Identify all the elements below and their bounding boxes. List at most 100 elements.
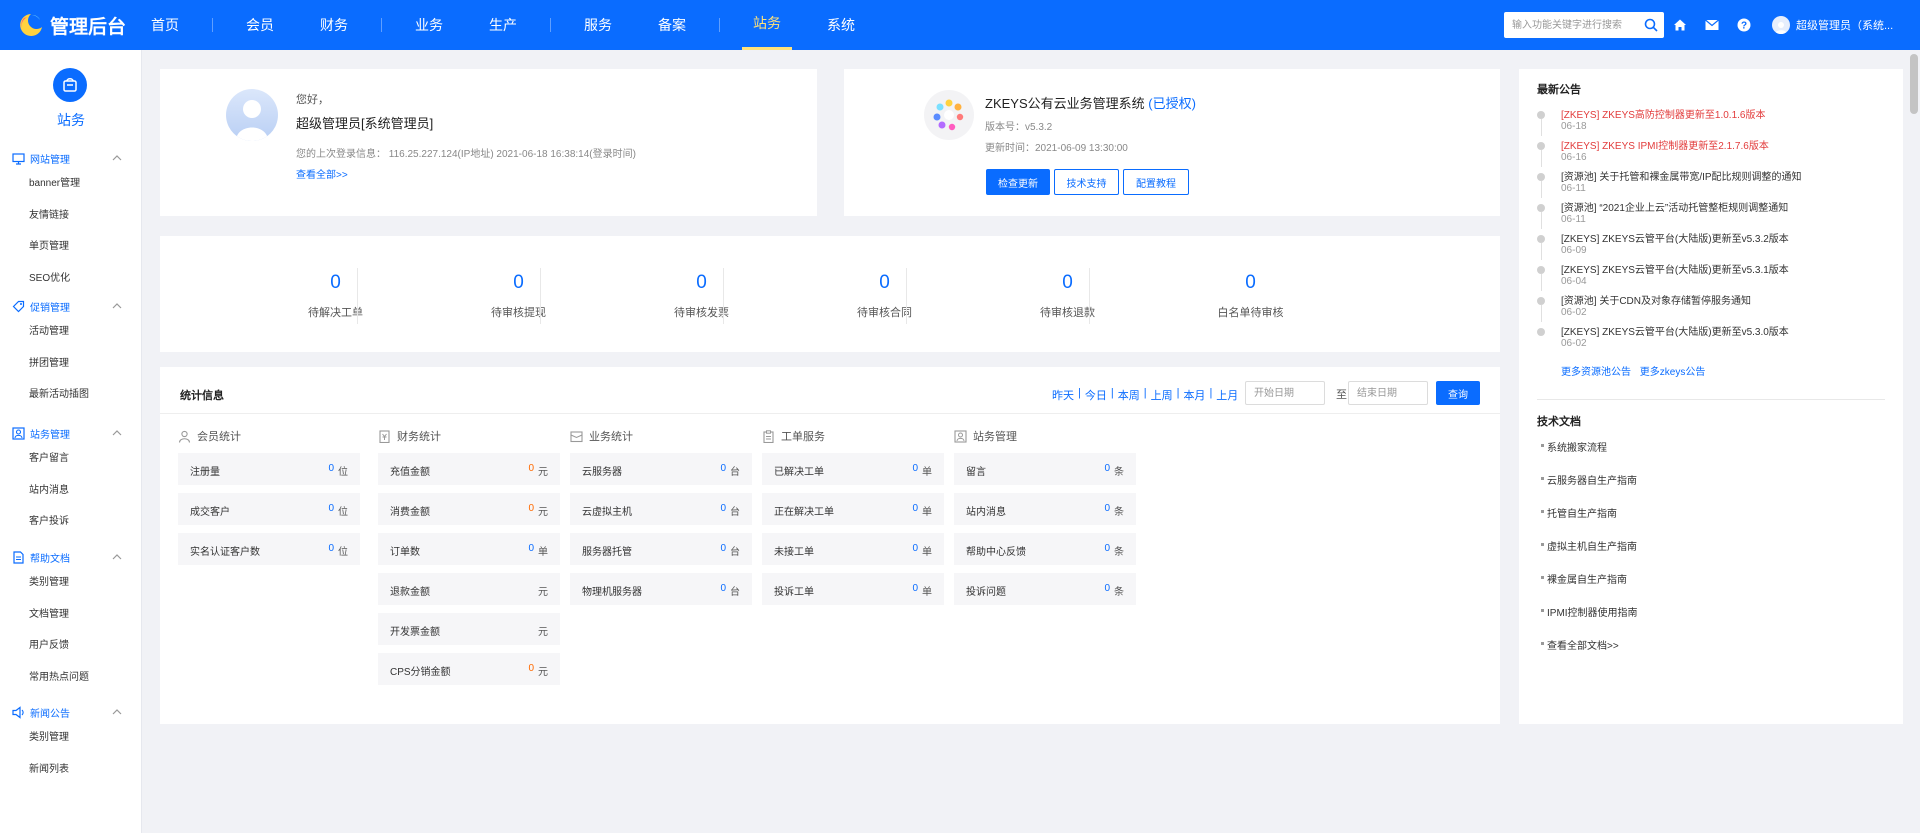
filter-yesterday[interactable]: 昨天 (1052, 387, 1074, 403)
notice-item[interactable]: [ZKEYS] ZKEYS云管平台(大陆版)更新至v5.3.1版本 06-04 (1537, 261, 1857, 291)
nav-record[interactable]: 备案 (647, 0, 697, 50)
nav-member[interactable]: 会员 (235, 0, 285, 50)
help-icon[interactable]: ? (1734, 15, 1754, 35)
search-icon[interactable] (1644, 18, 1658, 32)
nav-finance[interactable]: 财务 (309, 0, 359, 50)
config-tutorial-button[interactable]: 配置教程 (1123, 169, 1189, 195)
nav-system[interactable]: 系统 (816, 0, 866, 50)
stat-pending-contracts[interactable]: 0 待审核合同 (793, 236, 976, 352)
view-all-docs-link[interactable]: 查看全部文档>> (1541, 637, 1619, 652)
filter-today[interactable]: 今日 (1085, 387, 1107, 403)
logo[interactable]: 管理后台 (18, 10, 126, 40)
filter-this-week[interactable]: 本周 (1118, 387, 1140, 403)
stat-row[interactable]: 站内消息 0 条 (954, 493, 1136, 525)
check-update-button[interactable]: 检查更新 (986, 169, 1050, 195)
sidebar-item-messages[interactable]: 客户留言 (0, 443, 142, 475)
stat-row[interactable]: 投诉问题 0 条 (954, 573, 1136, 605)
nav-production[interactable]: 生产 (478, 0, 528, 50)
stat-row[interactable]: 未接工单 0 单 (762, 533, 944, 565)
mail-icon[interactable] (1702, 15, 1722, 35)
stat-row[interactable]: 服务器托管 0 台 (570, 533, 752, 565)
view-all-link[interactable]: 查看全部>> (296, 166, 348, 181)
sidebar-item-banner[interactable]: banner管理 (0, 168, 142, 200)
sidebar-item-feedback[interactable]: 用户反馈 (0, 630, 142, 662)
doc-link[interactable]: 云服务器自生产指南 (1541, 472, 1637, 487)
nav-home[interactable]: 首页 (140, 0, 190, 50)
tech-support-button[interactable]: 技术支持 (1054, 169, 1119, 195)
stat-row[interactable]: 投诉工单 0 单 (762, 573, 944, 605)
sidebar-item-activity[interactable]: 活动管理 (0, 316, 142, 348)
notice-item[interactable]: [ZKEYS] ZKEYS高防控制器更新至1.0.1.6版本 06-18 (1537, 106, 1857, 136)
doc-link[interactable]: 托管自生产指南 (1541, 505, 1617, 520)
doc-link[interactable]: 系统搬家流程 (1541, 439, 1607, 454)
query-button[interactable]: 查询 (1436, 381, 1480, 405)
timeline-line (1540, 181, 1542, 198)
stat-row[interactable]: 消费金额 0 元 (378, 493, 560, 525)
more-zkeys-notices-link[interactable]: 更多zkeys公告 (1640, 367, 1706, 378)
doc-link[interactable]: 虚拟主机自生产指南 (1541, 538, 1637, 553)
doc-link[interactable]: IPMI控制器使用指南 (1541, 604, 1638, 619)
stat-divider (357, 268, 358, 324)
page-scrollbar[interactable] (1908, 50, 1920, 833)
notice-text: [资源池] 关于CDN及对象存储暂停服务通知 (1561, 296, 1751, 307)
doc-link[interactable]: 裸金属自生产指南 (1541, 571, 1627, 586)
filter-this-month[interactable]: 本月 (1183, 387, 1205, 403)
notice-item[interactable]: [ZKEYS] ZKEYS IPMI控制器更新至2.1.7.6版本 06-16 (1537, 137, 1857, 167)
stat-row[interactable]: 留言 0 条 (954, 453, 1136, 485)
stat-row[interactable]: 实名认证客户数 0 位 (178, 533, 360, 565)
stat-row[interactable]: 开发票金额 元 (378, 613, 560, 645)
group-title[interactable]: 新闻公告 (0, 702, 142, 722)
stat-row[interactable]: 充值金额 0 元 (378, 453, 560, 485)
sidebar-item-pages[interactable]: 单页管理 (0, 231, 142, 263)
stat-row[interactable]: 订单数 0 单 (378, 533, 560, 565)
notice-item[interactable]: [ZKEYS] ZKEYS云管平台(大陆版)更新至v5.3.2版本 06-09 (1537, 230, 1857, 260)
more-pool-notices-link[interactable]: 更多资源池公告 (1561, 367, 1631, 378)
stat-row[interactable]: 帮助中心反馈 0 条 (954, 533, 1136, 565)
home-icon[interactable] (1670, 15, 1690, 35)
sidebar-item-faq[interactable]: 常用热点问题 (0, 662, 142, 694)
filter-last-month[interactable]: 上月 (1216, 387, 1238, 403)
sidebar-item-links[interactable]: 友情链接 (0, 200, 142, 232)
user-menu[interactable]: 超级管理员（系统... (1772, 14, 1893, 36)
stat-pending-refunds[interactable]: 0 待审核退款 (976, 236, 1159, 352)
stat-row[interactable]: 退款金额 元 (378, 573, 560, 605)
stat-row[interactable]: 已解决工单 0 单 (762, 453, 944, 485)
group-title[interactable]: 促销管理 (0, 296, 142, 316)
notice-item[interactable]: [ZKEYS] ZKEYS云管平台(大陆版)更新至v5.3.0版本 06-02 (1537, 323, 1857, 353)
sidebar-item-group-buy[interactable]: 拼团管理 (0, 348, 142, 380)
stat-row[interactable]: 云服务器 0 台 (570, 453, 752, 485)
filter-last-week[interactable]: 上周 (1151, 387, 1173, 403)
start-date-input[interactable] (1245, 381, 1325, 405)
stat-pending-withdrawals[interactable]: 0 待审核提现 (427, 236, 610, 352)
notice-item[interactable]: [资源池] “2021企业上云”活动托管整柜规则调整通知 06-11 (1537, 199, 1857, 229)
stat-pending-whitelist[interactable]: 0 白名单待审核 (1159, 236, 1342, 352)
stat-row[interactable]: 注册量 0 位 (178, 453, 360, 485)
sidebar-item-documents[interactable]: 文档管理 (0, 599, 142, 631)
stat-row[interactable]: 云虚拟主机 0 台 (570, 493, 752, 525)
sidebar-item-categories[interactable]: 类别管理 (0, 567, 142, 599)
sidebar-item-news-categories[interactable]: 类别管理 (0, 722, 142, 754)
stat-row[interactable]: CPS分销金额 0 元 (378, 653, 560, 685)
group-title[interactable]: 网站管理 (0, 148, 142, 168)
notice-item[interactable]: [资源池] 关于托管和裸金属带宽/IP配比规则调整的通知 06-11 (1537, 168, 1857, 198)
notice-item[interactable]: [资源池] 关于CDN及对象存储暂停服务通知 06-02 (1537, 292, 1857, 322)
search-input[interactable] (1504, 12, 1638, 38)
user-name: 超级管理员（系统... (1796, 20, 1894, 32)
sidebar-item-complaints[interactable]: 客户投诉 (0, 506, 142, 538)
stat-row[interactable]: 物理机服务器 0 台 (570, 573, 752, 605)
nav-service[interactable]: 服务 (573, 0, 623, 50)
stat-pending-tickets[interactable]: 0 待解决工单 (244, 236, 427, 352)
sidebar-item-news-list[interactable]: 新闻列表 (0, 754, 142, 786)
group-title[interactable]: 帮助文档 (0, 547, 142, 567)
sidebar-item-seo[interactable]: SEO优化 (0, 263, 142, 295)
sidebar-item-site-messages[interactable]: 站内消息 (0, 475, 142, 507)
stat-row[interactable]: 成交客户 0 位 (178, 493, 360, 525)
scrollbar-thumb[interactable] (1910, 54, 1918, 114)
stat-row[interactable]: 正在解决工单 0 单 (762, 493, 944, 525)
end-date-input[interactable] (1348, 381, 1428, 405)
nav-station[interactable]: 站务 (742, 0, 792, 50)
sidebar-item-activity-image[interactable]: 最新活动插图 (0, 379, 142, 411)
nav-business[interactable]: 业务 (404, 0, 454, 50)
group-title[interactable]: 站务管理 (0, 423, 142, 443)
stat-pending-invoices[interactable]: 0 待审核发票 (610, 236, 793, 352)
